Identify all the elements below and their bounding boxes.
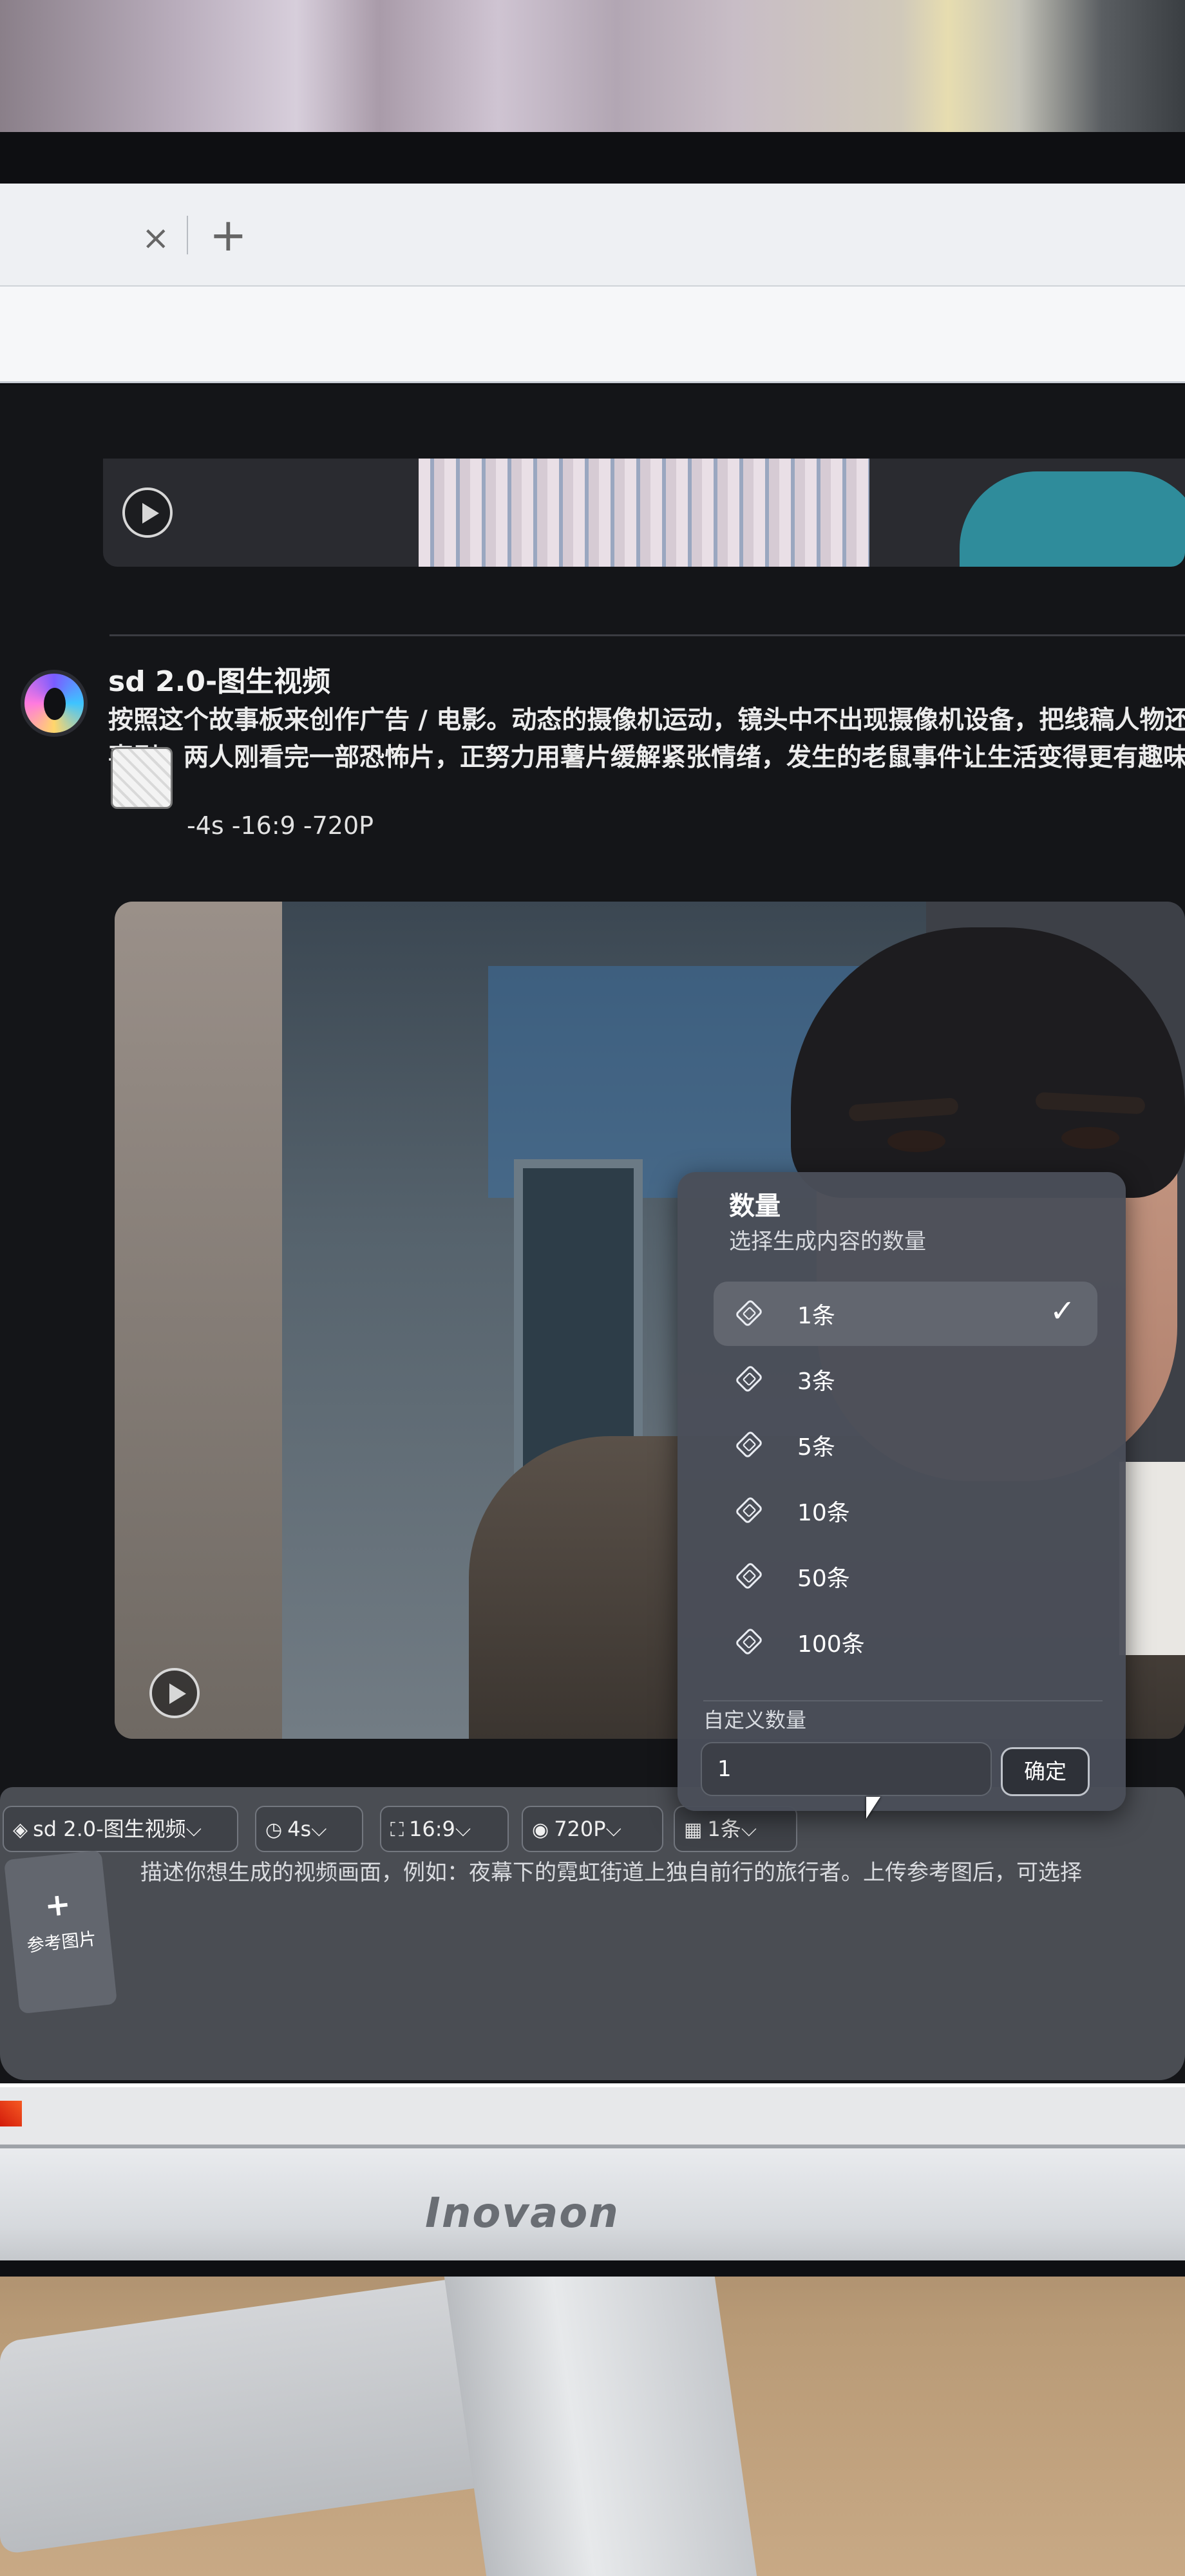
- model-selector-label: sd 2.0-图生视频: [33, 1817, 186, 1841]
- prompt-line-2: 喜剧，两人刚看完一部恐怖片，正努力用薯片缓解紧张情绪，发生的老鼠事件让生活变得更…: [108, 743, 1185, 772]
- quantity-option-3[interactable]: 3条: [714, 1347, 1097, 1412]
- timer-icon: ◷: [265, 1819, 283, 1841]
- dropdown-title: 数量: [729, 1191, 781, 1221]
- chevron-down-icon: ⌵: [311, 1817, 327, 1841]
- tab-separator: [187, 216, 188, 254]
- layers-icon: ◈: [13, 1819, 28, 1841]
- quantity-option-label: 10条: [797, 1500, 850, 1526]
- taskbar: [0, 2083, 1185, 2145]
- video-person-eye: [1061, 1127, 1119, 1149]
- quantity-option-label: 5条: [797, 1434, 835, 1461]
- custom-quantity-input[interactable]: 1: [701, 1742, 992, 1796]
- reference-image-upload-label: 参考图片: [26, 1929, 98, 1956]
- play-icon[interactable]: [122, 488, 173, 538]
- message-divider: [109, 634, 1185, 636]
- chevron-down-icon: ⌵: [185, 1817, 202, 1841]
- new-tab-icon[interactable]: +: [209, 213, 247, 258]
- chevron-down-icon: ⌵: [741, 1817, 757, 1841]
- layers-icon: [734, 1627, 764, 1656]
- quantity-dropdown: 数量 选择生成内容的数量 1条 ✓ 3条 5条 10条 50条 100条 自定义…: [678, 1172, 1126, 1811]
- video-bg-wall: [115, 902, 282, 1739]
- layers-icon: [734, 1561, 764, 1591]
- layers-icon: [734, 1430, 764, 1459]
- play-icon[interactable]: [149, 1668, 200, 1718]
- dropdown-divider: [703, 1700, 1103, 1701]
- plus-icon: +: [43, 1886, 73, 1925]
- quantity-option-5[interactable]: 5条: [714, 1413, 1097, 1477]
- video-frame-teal-object: [960, 471, 1185, 567]
- layers-icon: [734, 1495, 764, 1525]
- prompt-line-1: 按照这个故事板来创作广告 / 电影。动态的摄像机运动，镜头中不出现摄像机设备，把…: [108, 706, 1185, 735]
- reference-image-thumbnail[interactable]: [111, 747, 173, 809]
- quantity-option-label: 1条: [797, 1303, 835, 1329]
- reference-image-upload-button[interactable]: + 参考图片: [3, 1850, 118, 2014]
- quantity-option-label: 3条: [797, 1368, 835, 1395]
- browser-address-bar[interactable]: [0, 287, 1185, 383]
- count-icon: ▦: [684, 1819, 703, 1841]
- message-prompt: 按照这个故事板来创作广告 / 电影。动态的摄像机运动，镜头中不出现摄像机设备，把…: [108, 702, 1185, 777]
- confirm-button[interactable]: 确定: [1001, 1747, 1090, 1796]
- quantity-option-10[interactable]: 10条: [714, 1479, 1097, 1543]
- taskbar-app-icon[interactable]: [0, 2101, 22, 2126]
- model-avatar: [21, 670, 88, 737]
- quantity-option-label: 100条: [797, 1631, 865, 1658]
- aspect-ratio-icon: ⛶: [390, 1819, 404, 1841]
- video-frame-plaid-shirt: [419, 459, 869, 567]
- quantity-option-1[interactable]: 1条 ✓: [714, 1282, 1097, 1346]
- aspect-ratio-selector[interactable]: ⛶ 16:9⌵: [380, 1806, 509, 1852]
- chevron-down-icon: ⌵: [605, 1817, 621, 1841]
- quantity-option-label: 50条: [797, 1566, 850, 1592]
- dropdown-subtitle: 选择生成内容的数量: [729, 1229, 926, 1255]
- quantity-option-100[interactable]: 100条: [714, 1610, 1097, 1674]
- eye-icon: ◉: [532, 1819, 549, 1841]
- model-selector[interactable]: ◈ sd 2.0-图生视频⌵: [3, 1806, 238, 1852]
- prompt-input[interactable]: 描述你想生成的视频画面，例如：夜幕下的霓虹街道上独自前行的旅行者。上传参考图后，…: [140, 1855, 1185, 1886]
- mouse-cursor-icon: [866, 1797, 880, 1819]
- monitor-brand-logo: Inovaon: [425, 2190, 620, 2237]
- video-person-shirt: [1119, 1462, 1185, 1655]
- tab-close-icon[interactable]: ×: [142, 219, 170, 258]
- duration-selector[interactable]: ◷ 4s⌵: [255, 1806, 363, 1852]
- layers-icon: [734, 1364, 764, 1394]
- duration-label: 4s: [287, 1817, 312, 1841]
- chevron-down-icon: ⌵: [455, 1817, 471, 1841]
- resolution-selector[interactable]: ◉ 720P⌵: [522, 1806, 663, 1852]
- layers-icon: [734, 1298, 764, 1328]
- aspect-ratio-label: 16:9: [409, 1817, 455, 1841]
- message-model-title: sd 2.0-图生视频: [108, 665, 331, 698]
- browser-tab-strip: [0, 184, 1185, 287]
- count-selector[interactable]: ▦ 1条⌵: [674, 1806, 797, 1852]
- video-person-eye: [887, 1130, 945, 1152]
- monitor-stand-post: [439, 2241, 759, 2576]
- generation-params: -4s -16:9 -720P: [187, 811, 374, 840]
- previous-video-result[interactable]: [103, 459, 1185, 567]
- check-icon: ✓: [1049, 1293, 1076, 1329]
- custom-quantity-label: 自定义数量: [703, 1708, 807, 1732]
- quantity-option-50[interactable]: 50条: [714, 1544, 1097, 1609]
- count-label: 1条: [707, 1817, 741, 1841]
- resolution-label: 720P: [554, 1817, 606, 1841]
